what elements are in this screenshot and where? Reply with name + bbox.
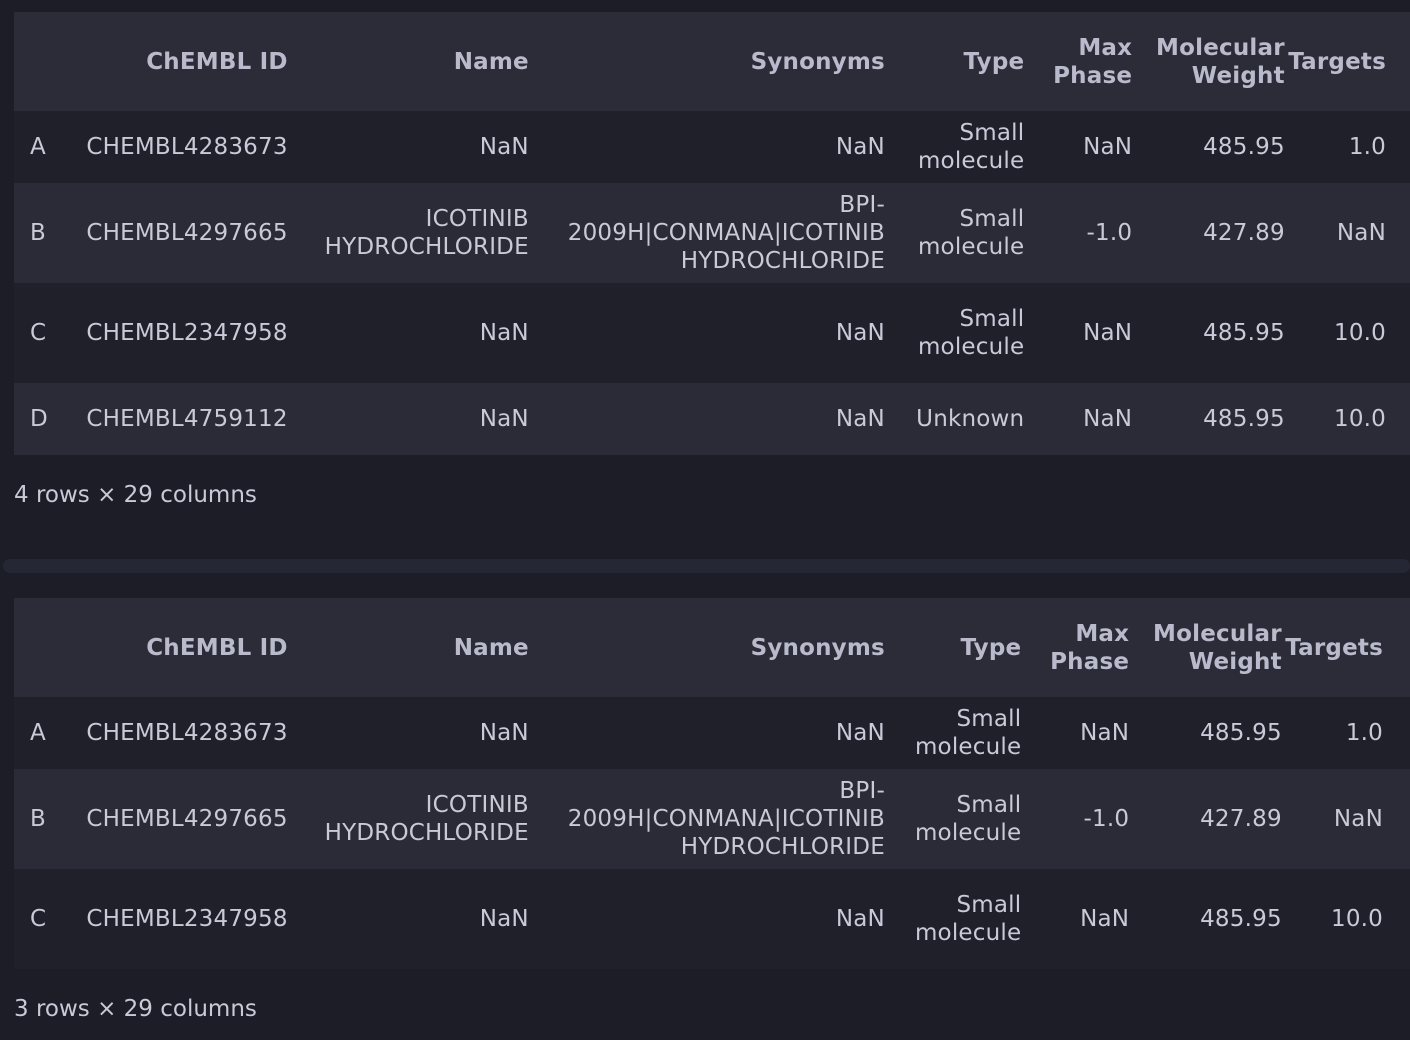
cell-targets: 1.0 (1348, 134, 1386, 160)
cell-targets: NaN (1333, 806, 1383, 832)
cell-max-phase: NaN (1080, 720, 1130, 746)
table-row: A CHEMBL4283673 NaN NaN Small molecule N… (14, 111, 1410, 183)
cell-synonyms: NaN (835, 320, 885, 346)
column-header-targets: Targets (1288, 48, 1386, 75)
cell-synonyms: NaN (835, 906, 885, 932)
cell-synonyms: BPI-2009H|CONMANA|ICOTINIB HYDROCHLORIDE (567, 778, 885, 860)
row-index: C (30, 320, 47, 346)
table-row: D CHEMBL4759112 NaN NaN Unknown NaN 485.… (14, 383, 1410, 455)
row-index: D (30, 406, 48, 432)
cell-synonyms: NaN (835, 134, 885, 160)
cell-targets: 1.0 (1345, 720, 1383, 746)
column-header-molecular-weight: Molecular Weight (1153, 620, 1282, 675)
cell-chembl-id: CHEMBL2347958 (86, 320, 288, 346)
table-row: B CHEMBL4297665 ICOTINIB HYDROCHLORIDE B… (14, 183, 1410, 283)
cell-chembl-id: CHEMBL4283673 (86, 134, 288, 160)
column-header-max-phase: Max Phase (1053, 34, 1133, 89)
cell-chembl-id: CHEMBL4297665 (86, 806, 288, 832)
cell-molecular-weight: 485.95 (1203, 320, 1285, 346)
cell-type: Unknown (916, 406, 1025, 432)
column-header-name: Name (453, 634, 529, 661)
cell-synonyms: NaN (835, 720, 885, 746)
cell-name: NaN (479, 906, 529, 932)
column-header-targets: Targets (1285, 634, 1383, 661)
cell-chembl-id: CHEMBL4759112 (86, 406, 288, 432)
cell-name: NaN (479, 320, 529, 346)
row-index: C (30, 906, 47, 932)
cell-targets: 10.0 (1333, 406, 1386, 432)
column-header-type: Type (960, 634, 1022, 661)
cell-synonyms: BPI-2009H|CONMANA|ICOTINIB HYDROCHLORIDE (567, 192, 885, 274)
cell-name: NaN (479, 720, 529, 746)
row-index: A (30, 134, 46, 160)
cell-max-phase: NaN (1080, 906, 1130, 932)
table-row: A CHEMBL4283673 NaN NaN Small molecule N… (14, 697, 1410, 769)
cell-type: Small molecule (917, 206, 1025, 260)
index-header (14, 598, 63, 697)
cell-molecular-weight: 485.95 (1203, 406, 1285, 432)
column-header-molecular-weight: Molecular Weight (1156, 34, 1285, 89)
row-index: B (30, 806, 46, 832)
cell-chembl-id: CHEMBL4297665 (86, 220, 288, 246)
cell-molecular-weight: 427.89 (1200, 806, 1282, 832)
column-header-synonyms: Synonyms (750, 634, 885, 661)
column-header-max-phase: Max Phase (1050, 620, 1130, 675)
table-row: C CHEMBL2347958 NaN NaN Small molecule N… (14, 869, 1410, 969)
cell-type: Small molecule (914, 892, 1022, 946)
row-index: B (30, 220, 46, 246)
cell-type: Small molecule (917, 120, 1025, 174)
notebook-output-area: ChEMBL ID Name Synonyms Type Max Phase M… (0, 0, 1410, 1040)
column-header-type: Type (963, 48, 1025, 75)
column-header-synonyms: Synonyms (750, 48, 885, 75)
cell-name: ICOTINIB HYDROCHLORIDE (324, 792, 529, 846)
table-row: B CHEMBL4297665 ICOTINIB HYDROCHLORIDE B… (14, 769, 1410, 869)
cell-molecular-weight: 485.95 (1200, 720, 1282, 746)
row-index: A (30, 720, 46, 746)
cell-max-phase: -1.0 (1086, 220, 1133, 246)
cell-type: Small molecule (914, 792, 1022, 846)
column-header-chembl-id: ChEMBL ID (146, 634, 288, 661)
column-header-chembl-id: ChEMBL ID (146, 48, 288, 75)
cell-synonyms: NaN (835, 406, 885, 432)
table-row: C CHEMBL2347958 NaN NaN Small molecule N… (14, 283, 1410, 383)
cell-max-phase: NaN (1083, 406, 1133, 432)
cell-max-phase: -1.0 (1083, 806, 1130, 832)
dataframe-output-2: ChEMBL ID Name Synonyms Type Max Phase M… (0, 598, 1410, 1022)
output-scrollbar[interactable] (3, 559, 1410, 573)
cell-name: NaN (479, 134, 529, 160)
table-header-row: ChEMBL ID Name Synonyms Type Max Phase M… (14, 12, 1410, 111)
dataframe-table: ChEMBL ID Name Synonyms Type Max Phase M… (14, 598, 1410, 969)
dataframe-shape-label: 4 rows × 29 columns (14, 482, 257, 508)
cell-molecular-weight: 485.95 (1203, 134, 1285, 160)
table-header-row: ChEMBL ID Name Synonyms Type Max Phase M… (14, 598, 1410, 697)
cell-type: Small molecule (914, 706, 1022, 760)
cell-molecular-weight: 485.95 (1200, 906, 1282, 932)
cell-max-phase: NaN (1083, 134, 1133, 160)
cell-name: NaN (479, 406, 529, 432)
cell-chembl-id: CHEMBL4283673 (86, 720, 288, 746)
cell-molecular-weight: 427.89 (1203, 220, 1285, 246)
cell-name: ICOTINIB HYDROCHLORIDE (324, 206, 529, 260)
cell-targets: NaN (1336, 220, 1386, 246)
dataframe-shape-label: 3 rows × 29 columns (14, 996, 257, 1022)
index-header (14, 12, 63, 111)
cell-type: Small molecule (917, 306, 1025, 360)
dataframe-output-1: ChEMBL ID Name Synonyms Type Max Phase M… (0, 12, 1410, 508)
cell-targets: 10.0 (1330, 906, 1383, 932)
column-header-name: Name (453, 48, 529, 75)
cell-chembl-id: CHEMBL2347958 (86, 906, 288, 932)
cell-targets: 10.0 (1333, 320, 1386, 346)
dataframe-table: ChEMBL ID Name Synonyms Type Max Phase M… (14, 12, 1410, 455)
cell-max-phase: NaN (1083, 320, 1133, 346)
